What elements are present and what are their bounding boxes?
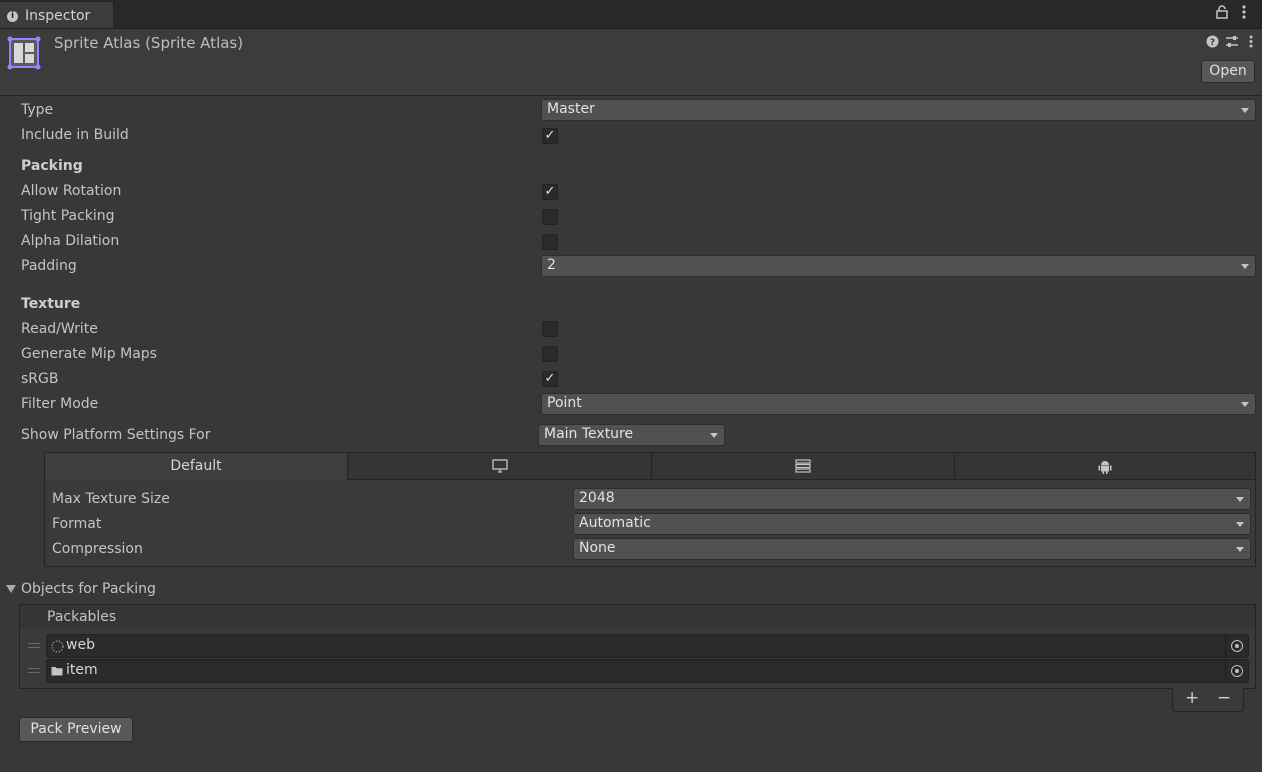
packable-name: web — [66, 637, 95, 653]
read-write-label: Read/Write — [21, 321, 98, 337]
platform-settings-for-value: Main Texture — [544, 426, 634, 442]
foldout-triangle-icon[interactable] — [6, 585, 16, 593]
format-value: Automatic — [579, 515, 651, 531]
folder-icon — [51, 667, 63, 676]
remove-item-button[interactable]: − — [1217, 688, 1231, 708]
preset-icon[interactable] — [1225, 35, 1239, 52]
header-kebab-menu-icon[interactable] — [1249, 35, 1253, 52]
chevron-down-icon — [1241, 108, 1249, 113]
help-icon[interactable]: ? — [1206, 35, 1219, 52]
max-texture-size-value: 2048 — [579, 490, 615, 506]
object-picker-icon[interactable] — [1231, 640, 1243, 652]
compression-value: None — [579, 540, 616, 556]
tab-default[interactable]: Default — [45, 453, 348, 480]
svg-text:?: ? — [1210, 38, 1215, 48]
filter-mode-value: Point — [547, 395, 582, 411]
chevron-down-icon — [1241, 264, 1249, 269]
field-divider — [1225, 634, 1226, 658]
generate-mip-maps-label: Generate Mip Maps — [21, 346, 157, 362]
allow-rotation-label: Allow Rotation — [21, 183, 122, 199]
packable-object-field[interactable]: item — [46, 659, 1249, 683]
padding-value: 2 — [547, 257, 556, 273]
filter-mode-label: Filter Mode — [21, 396, 99, 412]
lock-icon[interactable] — [1216, 5, 1228, 23]
alpha-dilation-checkbox[interactable] — [542, 234, 558, 250]
compression-label: Compression — [52, 541, 143, 557]
tab-server[interactable] — [652, 453, 955, 480]
type-value: Master — [547, 101, 595, 117]
packable-name: item — [66, 662, 98, 678]
type-label: Type — [21, 102, 54, 118]
packable-object-field[interactable]: web — [46, 634, 1249, 658]
srgb-label: sRGB — [21, 371, 59, 387]
packing-section-header: Packing — [21, 158, 83, 174]
format-dropdown[interactable]: Automatic — [573, 513, 1251, 535]
format-label: Format — [52, 516, 102, 532]
tab-android[interactable] — [955, 453, 1255, 480]
asset-title: Sprite Atlas (Sprite Atlas) — [54, 34, 244, 52]
tab-standalone[interactable] — [348, 453, 652, 480]
field-divider — [1225, 659, 1226, 683]
window-tab-bar: i Inspector — [0, 0, 1262, 29]
chevron-down-icon — [1236, 547, 1244, 552]
max-texture-size-label: Max Texture Size — [52, 491, 170, 507]
platform-settings-panel: Default Max Texture Size 2048 Format Aut… — [44, 452, 1256, 567]
packables-list-header: Packables — [19, 604, 1256, 630]
packables-header-label: Packables — [47, 609, 117, 625]
chevron-down-icon — [710, 433, 718, 438]
generate-mip-maps-checkbox[interactable] — [542, 346, 558, 362]
texture-section-header: Texture — [21, 296, 81, 312]
chevron-down-icon — [1241, 402, 1249, 407]
list-footer: + − — [1172, 688, 1244, 712]
inspector-tab-label: Inspector — [25, 8, 91, 24]
type-dropdown[interactable]: Master — [541, 99, 1256, 121]
info-icon: i — [7, 11, 18, 22]
include-in-build-label: Include in Build — [21, 127, 129, 143]
compression-dropdown[interactable]: None — [573, 538, 1251, 560]
alpha-dilation-label: Alpha Dilation — [21, 233, 120, 249]
platform-settings-for-dropdown[interactable]: Main Texture — [538, 424, 725, 446]
filter-mode-dropdown[interactable]: Point — [541, 393, 1256, 415]
platform-settings-for-label: Show Platform Settings For — [21, 427, 211, 443]
tab-default-label: Default — [170, 458, 222, 474]
read-write-checkbox[interactable] — [542, 321, 558, 337]
android-icon — [1098, 460, 1112, 474]
drag-handle-icon[interactable] — [28, 668, 40, 673]
monitor-icon — [491, 459, 508, 473]
tight-packing-checkbox[interactable] — [542, 209, 558, 225]
packables-list: web item — [19, 629, 1256, 689]
padding-label: Padding — [21, 258, 77, 274]
add-item-button[interactable]: + — [1185, 688, 1199, 708]
inspector-tab[interactable]: i Inspector — [0, 1, 114, 28]
object-picker-icon[interactable] — [1231, 665, 1243, 677]
drag-handle-icon[interactable] — [28, 643, 40, 648]
padding-dropdown[interactable]: 2 — [541, 255, 1256, 277]
open-button[interactable]: Open — [1201, 60, 1255, 83]
max-texture-size-dropdown[interactable]: 2048 — [573, 488, 1251, 510]
chevron-down-icon — [1236, 497, 1244, 502]
server-icon — [795, 459, 811, 473]
pack-preview-button[interactable]: Pack Preview — [19, 717, 133, 742]
tight-packing-label: Tight Packing — [21, 208, 115, 224]
asset-header: Sprite Atlas (Sprite Atlas) ? Open — [0, 29, 1262, 96]
include-in-build-checkbox[interactable]: ✓ — [542, 128, 558, 144]
objects-for-packing-foldout[interactable]: Objects for Packing — [21, 581, 156, 597]
allow-rotation-checkbox[interactable]: ✓ — [542, 184, 558, 200]
sprite-atlas-icon — [7, 36, 41, 74]
srgb-checkbox[interactable]: ✓ — [542, 371, 558, 387]
kebab-menu-icon[interactable] — [1242, 5, 1246, 23]
chevron-down-icon — [1236, 522, 1244, 527]
sprite-icon — [51, 640, 64, 653]
